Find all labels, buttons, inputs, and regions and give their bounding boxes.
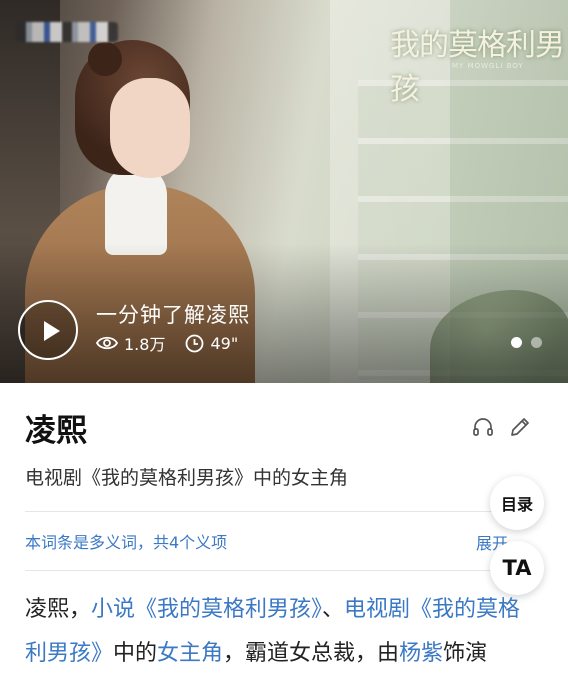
toc-label: 目录 [500,495,533,514]
ta-button[interactable]: TA [490,541,544,595]
video-title[interactable]: 一分钟了解凌熙 [96,299,250,329]
video-meta: 1.8万 49" [96,331,238,355]
carousel-dot [531,337,542,348]
ta-label: TA [502,556,532,580]
entry-subtitle: 电视剧《我的莫格利男孩》中的女主角 [25,467,349,489]
pencil-icon[interactable] [508,415,532,439]
drama-logo-subtitle: MY MOWGLI BOY [452,62,524,70]
divider [25,511,520,512]
banner-shade [0,243,568,383]
entry-summary: 凌熙，小说《我的莫格利男孩》、电视剧《我的莫格利男孩》中的女主角，霸道女总裁，由… [25,588,525,676]
entry-title: 凌熙 [25,413,87,449]
divider [25,570,520,571]
person-figure [88,42,122,76]
lead-role-link[interactable]: 女主角 [157,641,223,666]
blurred-watermark [16,22,118,42]
summary-text: 凌熙， [25,597,92,622]
play-button[interactable] [18,300,78,360]
headphones-icon[interactable] [471,415,495,439]
video-banner[interactable]: 我的莫格利男孩 MY MOWGLI BOY 一分钟了解凌熙 1.8万 49" [0,0,568,383]
polysemy-notice[interactable]: 本词条是多义词，共4个义项 [25,529,227,553]
toc-button[interactable]: 目录 [490,476,544,530]
novel-link[interactable]: 小说《我的莫格利男孩》 [91,597,322,622]
carousel-indicator [511,337,542,348]
person-figure [105,165,167,255]
video-duration: 49" [210,333,239,353]
carousel-dot-active [511,337,522,348]
summary-text: 饰演 [443,641,488,666]
actor-link[interactable]: 杨紫 [399,641,443,666]
summary-text: ，霸道女总裁，由 [223,641,400,666]
summary-text: 、 [322,597,345,622]
clock-icon [185,334,204,353]
view-count: 1.8万 [124,335,166,354]
person-figure [110,78,190,178]
eye-icon [96,335,118,351]
play-icon [44,321,60,341]
summary-text: 中的 [113,641,158,666]
